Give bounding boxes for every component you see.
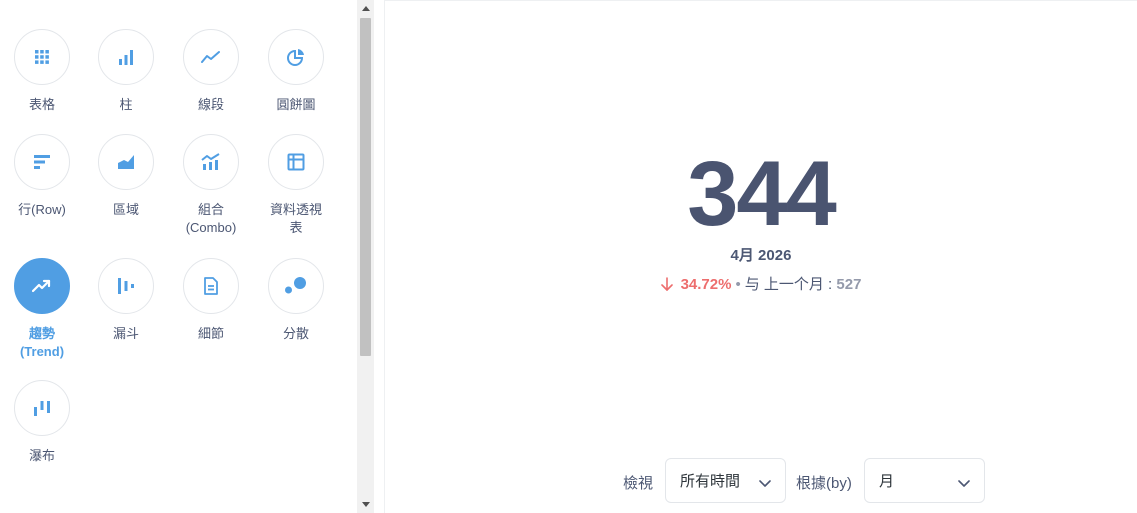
viz-option-label: 細節 — [197, 326, 224, 341]
trend-period: 4月 2026 — [730, 247, 792, 264]
viz-option-pivot[interactable]: 資料透視 表 — [254, 134, 338, 237]
trend-comparison: 34.72% • 与 上一个月 : 527 — [385, 273, 1137, 295]
scroll-down-arrow-icon[interactable] — [357, 496, 374, 513]
viz-option-detail[interactable]: 細節 — [169, 258, 253, 343]
viz-option-trend[interactable]: 趨勢 (Trend) — [0, 258, 84, 361]
viz-option-label: 趨勢 (Trend) — [19, 326, 65, 359]
viz-option-bar[interactable]: 柱 — [84, 29, 168, 114]
trend-value: 344 — [687, 143, 837, 245]
viz-option-row[interactable]: 行(Row) — [0, 134, 84, 219]
viz-option-pie[interactable]: 圓餅圖 — [254, 29, 338, 114]
chevron-down-icon — [759, 475, 771, 492]
area-chart-icon — [117, 154, 135, 170]
trend-icon — [32, 279, 52, 293]
viz-option-label: 分散 — [282, 326, 309, 341]
separator-dot: • — [735, 276, 741, 293]
viz-option-scatter[interactable]: 分散 — [254, 258, 338, 343]
viz-option-funnel[interactable]: 漏斗 — [84, 258, 168, 343]
scrollbar-thumb[interactable] — [360, 18, 371, 356]
viz-option-label: 區域 — [112, 202, 139, 217]
scroll-up-arrow-icon[interactable] — [357, 0, 374, 17]
by-label: 根據(by) — [796, 475, 852, 492]
viz-option-label: 資料透視 表 — [269, 202, 322, 235]
funnel-icon — [117, 277, 135, 295]
sidebar-scrollbar[interactable] — [357, 0, 374, 513]
combo-chart-icon — [201, 153, 221, 171]
viz-option-area[interactable]: 區域 — [84, 134, 168, 219]
grid-icon — [34, 49, 50, 65]
viz-option-label: 線段 — [197, 97, 224, 112]
viz-option-label: 圓餅圖 — [276, 97, 316, 112]
viz-option-combo[interactable]: 組合 (Combo) — [169, 134, 253, 237]
viz-option-label: 漏斗 — [112, 326, 139, 341]
document-icon — [203, 277, 219, 295]
viz-option-label: 表格 — [28, 97, 55, 112]
by-select-value: 月 — [879, 473, 895, 490]
visualization-picker: 表格 柱 線段 圓餅圖 行(Row) 區域 組合 (Combo) 資料透視 表 … — [0, 0, 357, 513]
view-select[interactable]: 所有時間 — [665, 458, 786, 503]
bar-chart-icon — [117, 48, 135, 66]
view-label: 檢視 — [623, 475, 654, 492]
viz-option-label: 瀑布 — [28, 448, 55, 463]
line-chart-icon — [201, 50, 221, 64]
viz-option-label: 柱 — [119, 97, 133, 112]
viz-option-label: 行(Row) — [18, 202, 66, 217]
viz-option-table[interactable]: 表格 — [0, 29, 84, 114]
change-percentage: 34.72% — [680, 276, 732, 293]
pie-chart-icon — [287, 48, 305, 66]
viz-option-label: 組合 (Combo) — [185, 202, 237, 235]
view-select-value: 所有時間 — [680, 473, 741, 490]
viz-option-waterfall[interactable]: 瀑布 — [0, 380, 84, 465]
compare-label: 与 上一个月 : — [744, 276, 833, 293]
row-chart-icon — [33, 154, 51, 170]
waterfall-icon — [33, 399, 51, 417]
arrow-down-icon — [660, 277, 673, 295]
by-select[interactable]: 月 — [864, 458, 985, 503]
viz-option-line[interactable]: 線段 — [169, 29, 253, 114]
previous-value: 527 — [836, 276, 862, 293]
scatter-icon — [284, 276, 308, 296]
trend-controls: 檢視 所有時間 根據(by) 月 — [385, 458, 1137, 504]
chevron-down-icon — [958, 475, 970, 492]
trend-visualization: 344 4月 2026 34.72% • 与 上一个月 : 527 檢視 所有時間 … — [385, 0, 1137, 513]
pivot-table-icon — [287, 153, 305, 171]
